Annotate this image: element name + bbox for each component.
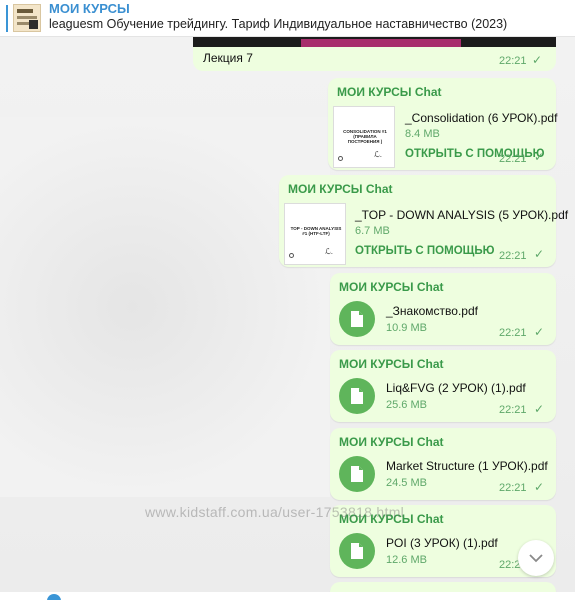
file-message[interactable]: МОИ КУРСЫ Chat Market Structure (1 УРОК)… bbox=[330, 428, 556, 500]
message-time: 22:21 bbox=[499, 482, 527, 494]
sender-name[interactable]: МОИ КУРСЫ Chat bbox=[339, 435, 444, 449]
read-check-icon: ✓ bbox=[534, 325, 545, 339]
sender-name[interactable]: МОИ КУРСЫ Chat bbox=[339, 280, 444, 294]
read-check-icon: ✓ bbox=[534, 480, 545, 494]
file-name[interactable]: POI (3 УРОК) (1).pdf bbox=[386, 536, 498, 550]
sender-name[interactable]: МОИ КУРСЫ Chat bbox=[339, 357, 444, 371]
file-name[interactable]: _TOP - DOWN ANALYSIS (5 УРОК).pdf bbox=[355, 208, 568, 222]
composer-bar[interactable] bbox=[0, 592, 575, 600]
signature-icon: ℒ. bbox=[374, 150, 382, 159]
signature-icon: ℒ. bbox=[325, 247, 333, 256]
chat-area[interactable]: Лекция 7 22:21 ✓ МОИ КУРСЫ Chat CONSOLID… bbox=[0, 37, 575, 600]
pinned-accent-bar bbox=[6, 5, 8, 32]
message-time: 22:21 bbox=[499, 153, 527, 165]
file-message[interactable]: МОИ КУРСЫ Chat TOP - DOWN ANALYSIS #1 (H… bbox=[279, 175, 568, 267]
attach-icon[interactable] bbox=[47, 594, 61, 600]
file-message[interactable]: МОИ КУРСЫ Chat CONSOLIDATION #1 (ПРАВИЛА… bbox=[328, 78, 557, 170]
background-blur bbox=[0, 117, 330, 497]
video-preview[interactable] bbox=[193, 37, 556, 47]
file-size: 10.9 MB bbox=[386, 322, 427, 334]
document-icon[interactable] bbox=[339, 378, 375, 414]
thumb-title: CONSOLIDATION #1 (ПРАВИЛА ПОСТРОЕНИЯ ) bbox=[343, 129, 387, 144]
document-icon[interactable] bbox=[339, 456, 375, 492]
file-name[interactable]: Liq&FVG (2 УРОК) (1).pdf bbox=[386, 381, 526, 395]
message-time: 22:21 bbox=[499, 327, 527, 339]
message-time: 22:21 bbox=[499, 55, 527, 67]
file-name[interactable]: _Знакомство.pdf bbox=[386, 304, 478, 318]
thumb-mark-icon bbox=[338, 156, 343, 161]
sender-name[interactable]: МОИ КУРСЫ Chat bbox=[337, 85, 442, 99]
thumb-title: TOP - DOWN ANALYSIS #1 (HTF-LTF) bbox=[290, 226, 342, 236]
video-caption: Лекция 7 bbox=[203, 51, 253, 65]
file-size: 12.6 MB bbox=[386, 554, 427, 566]
document-icon[interactable] bbox=[339, 301, 375, 337]
file-size: 24.5 MB bbox=[386, 477, 427, 489]
file-size: 8.4 MB bbox=[405, 128, 440, 140]
scroll-down-button[interactable] bbox=[518, 540, 554, 576]
read-check-icon: ✓ bbox=[534, 247, 545, 261]
file-name[interactable]: Market Structure (1 УРОК).pdf bbox=[386, 459, 548, 473]
message-time: 22:21 bbox=[499, 250, 527, 262]
thumb-mark-icon bbox=[289, 253, 294, 258]
file-size: 6.7 MB bbox=[355, 225, 390, 237]
pinned-message[interactable]: МОИ КУРСЫ leaguesm Обучение трейдингу. Т… bbox=[0, 0, 575, 37]
sender-name[interactable]: МОИ КУРСЫ Chat bbox=[288, 182, 393, 196]
document-icon[interactable] bbox=[339, 533, 375, 569]
file-size: 25.6 MB bbox=[386, 399, 427, 411]
read-check-icon: ✓ bbox=[534, 402, 545, 416]
open-with-button[interactable]: ОТКРЫТЬ С ПОМОЩЬЮ bbox=[355, 245, 494, 257]
video-banner bbox=[301, 39, 461, 47]
pinned-title: МОИ КУРСЫ bbox=[49, 1, 130, 16]
chevron-down-icon bbox=[529, 554, 543, 563]
file-message[interactable]: МОИ КУРСЫ Chat _Знакомство.pdf 10.9 MB 2… bbox=[330, 273, 556, 345]
pdf-thumbnail[interactable]: CONSOLIDATION #1 (ПРАВИЛА ПОСТРОЕНИЯ ) ℒ… bbox=[333, 106, 395, 168]
message-time: 22:2 bbox=[499, 559, 521, 571]
pinned-thumbnail bbox=[13, 4, 41, 32]
file-name[interactable]: _Consolidation (6 УРОК).pdf bbox=[405, 111, 557, 125]
read-check-icon: ✓ bbox=[534, 150, 545, 164]
file-message[interactable]: МОИ КУРСЫ Chat Liq&FVG (2 УРОК) (1).pdf … bbox=[330, 350, 556, 422]
pinned-text: leaguesm Обучение трейдингу. Тариф Индив… bbox=[49, 17, 508, 31]
video-message[interactable]: Лекция 7 22:21 ✓ bbox=[193, 37, 556, 71]
pdf-thumbnail[interactable]: TOP - DOWN ANALYSIS #1 (HTF-LTF) ℒ. bbox=[284, 203, 346, 265]
read-check-icon: ✓ bbox=[532, 53, 543, 67]
watermark: www.kidstaff.com.ua/user-1753818.html bbox=[145, 504, 405, 520]
message-time: 22:21 bbox=[499, 404, 527, 416]
